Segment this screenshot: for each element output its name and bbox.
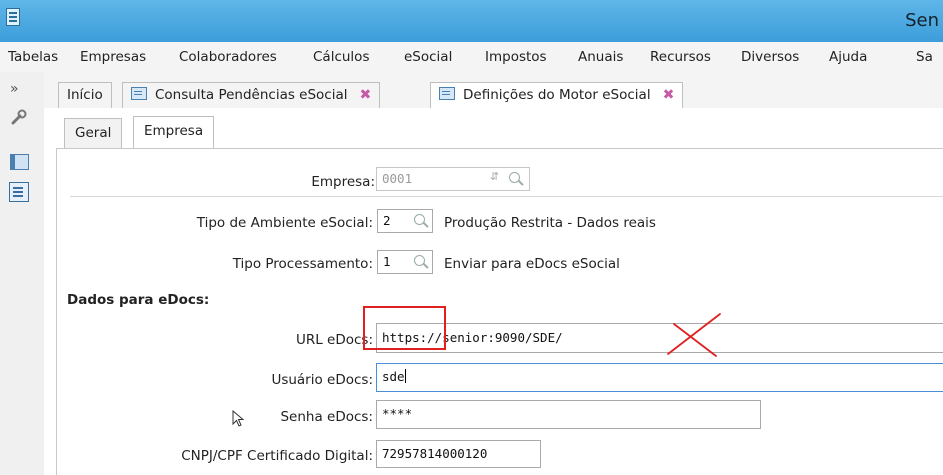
tipo-ambiente-description: Produção Restrita - Dados reais — [444, 215, 656, 231]
menu-impostos[interactable]: Impostos — [485, 49, 547, 65]
list-window-icon — [439, 87, 455, 100]
menu-diversos[interactable]: Diversos — [741, 49, 799, 65]
tab-label: Definições do Motor eSocial — [463, 87, 651, 103]
tab-consulta-pendencias[interactable]: Consulta Pendências eSocial ✖ — [122, 82, 381, 108]
search-icon[interactable] — [414, 255, 425, 266]
menu-esocial[interactable]: eSocial — [404, 49, 452, 65]
tab-geral[interactable]: Geral — [64, 118, 123, 148]
tab-definicoes-motor[interactable]: Definições do Motor eSocial ✖ — [430, 82, 684, 109]
form-icon[interactable] — [9, 182, 29, 202]
window-icon[interactable] — [10, 154, 29, 170]
mouse-cursor-icon — [232, 410, 245, 427]
wrench-icon[interactable] — [10, 108, 28, 126]
senha-field[interactable]: **** — [376, 400, 761, 429]
window-title: Sen — [905, 10, 939, 31]
tipo-processamento-description: Enviar para eDocs eSocial — [444, 256, 620, 272]
tipo-processamento-field[interactable]: 1 — [377, 250, 433, 274]
empresa-field[interactable]: 0001 ⇵ — [376, 167, 530, 191]
menu-empresas[interactable]: Empresas — [80, 49, 146, 65]
tab-label: Consulta Pendências eSocial — [155, 87, 348, 103]
url-field[interactable]: https://senior:9090/SDE/ — [376, 323, 943, 353]
menu-calculos[interactable]: Cálculos — [313, 49, 369, 65]
cnpj-field[interactable]: 72957814000120 — [376, 440, 541, 468]
annotation-highlight-box — [363, 306, 446, 350]
cnpj-label: CNPJ/CPF Certificado Digital: — [181, 448, 373, 464]
section-title: Dados para eDocs: — [67, 292, 210, 308]
tipo-ambiente-label: Tipo de Ambiente eSocial: — [196, 215, 373, 231]
title-bar: Sen — [0, 0, 943, 42]
menu-tabelas[interactable]: Tabelas — [8, 49, 58, 65]
menu-sair[interactable]: Sa — [916, 49, 933, 65]
annotation-cross-mark — [667, 313, 721, 357]
tab-label: Início — [67, 87, 103, 103]
tipo-ambiente-field[interactable]: 2 — [377, 209, 433, 233]
tipo-processamento-label: Tipo Processamento: — [232, 256, 373, 272]
search-icon[interactable] — [414, 214, 425, 225]
text-cursor — [404, 369, 406, 383]
sort-icon[interactable]: ⇵ — [490, 170, 499, 183]
menu-recursos[interactable]: Recursos — [650, 49, 711, 65]
left-toolbar: » — [0, 72, 45, 475]
close-tab-icon[interactable]: ✖ — [360, 87, 372, 103]
usuario-field[interactable]: sde — [376, 363, 943, 392]
tab-inicio[interactable]: Início — [58, 82, 112, 108]
senha-label: Senha eDocs: — [280, 409, 373, 425]
app-icon — [6, 8, 20, 26]
search-icon[interactable] — [509, 172, 520, 183]
expand-chevron-icon[interactable]: » — [10, 81, 19, 97]
form-content: Geral Empresa Empresa: 0001 ⇵ Tipo de Am… — [44, 108, 943, 475]
menu-anuais[interactable]: Anuais — [578, 49, 623, 65]
tab-empresa[interactable]: Empresa — [133, 116, 215, 148]
usuario-label: Usuário eDocs: — [271, 372, 373, 388]
separator — [70, 196, 943, 197]
list-window-icon — [131, 87, 147, 100]
close-tab-icon[interactable]: ✖ — [663, 87, 675, 103]
menu-bar: Tabelas Empresas Colaboradores Cálculos … — [0, 42, 943, 72]
url-label: URL eDocs: — [295, 332, 373, 348]
document-tabs: Início Consulta Pendências eSocial ✖ Defi… — [44, 72, 943, 109]
menu-colaboradores[interactable]: Colaboradores — [179, 49, 277, 65]
empresa-label: Empresa: — [311, 174, 375, 190]
menu-ajuda[interactable]: Ajuda — [829, 49, 867, 65]
